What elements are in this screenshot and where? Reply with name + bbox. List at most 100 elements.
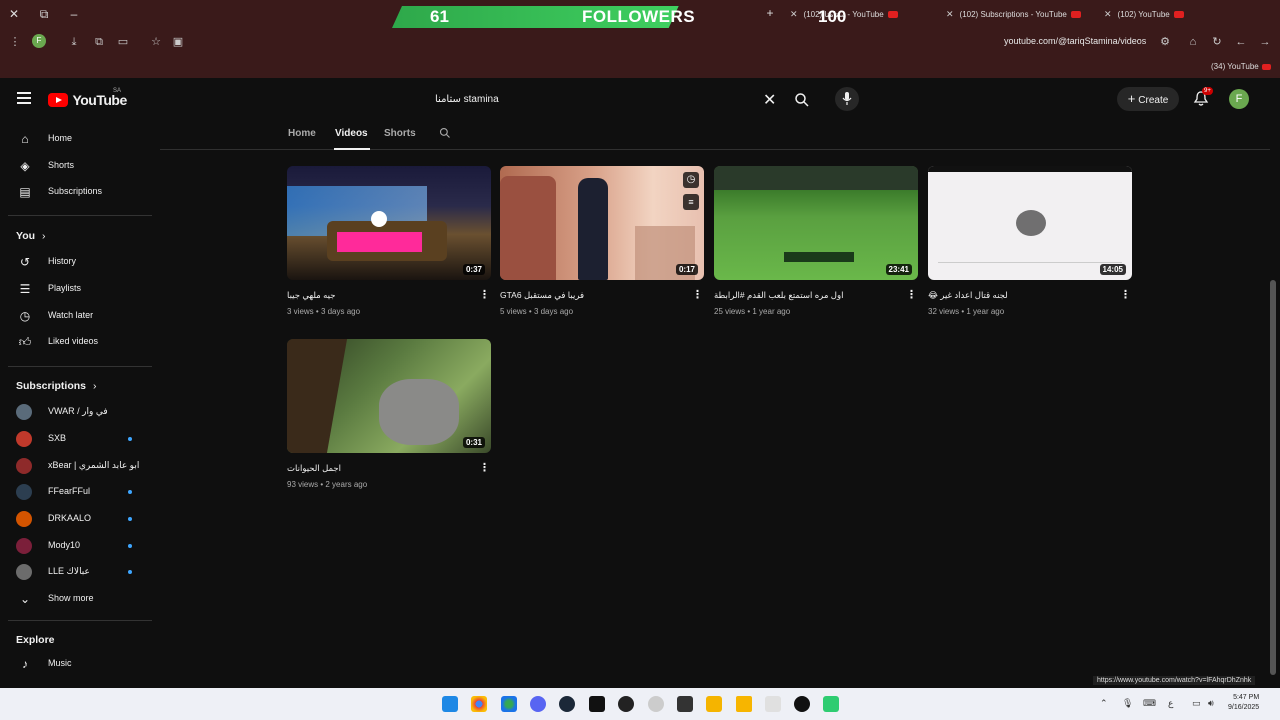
sidebar-you-heading[interactable]: You › bbox=[16, 230, 45, 242]
sidebar-item-music[interactable]: ♪ Music bbox=[0, 651, 152, 677]
app-icon[interactable] bbox=[736, 696, 752, 712]
video-thumbnail[interactable]: 14:05 bbox=[928, 166, 1132, 280]
network-icon[interactable]: ▭ bbox=[1192, 698, 1201, 709]
address-url[interactable]: youtube.com/@tariqStamina/videos bbox=[1004, 36, 1146, 46]
profile-avatar[interactable]: F bbox=[32, 34, 46, 48]
more-options-icon[interactable]: ⋮ bbox=[906, 288, 917, 301]
taskbar-clock[interactable]: 5:47 PM 9/16/2025 bbox=[1228, 693, 1259, 713]
user-avatar[interactable]: F bbox=[1229, 89, 1249, 109]
sidebar-item-liked-videos[interactable]: 👍︎ Liked videos bbox=[0, 329, 152, 355]
reload-icon[interactable]: ↻ bbox=[1210, 35, 1224, 49]
back-icon[interactable]: ← bbox=[1234, 35, 1248, 49]
video-views: 93 views bbox=[287, 480, 319, 489]
app-icon[interactable] bbox=[765, 696, 781, 712]
video-title[interactable]: GTA6 فريبا في مستقبل bbox=[500, 290, 690, 301]
tab-close-icon[interactable]: ✕ bbox=[1104, 9, 1112, 19]
forward-icon[interactable]: → bbox=[1258, 35, 1272, 49]
sidebar-item-subscriptions[interactable]: ▤ Subscriptions bbox=[0, 179, 152, 205]
app-icon[interactable] bbox=[823, 696, 839, 712]
tray-chevron-up-icon[interactable]: ⌃ bbox=[1100, 698, 1108, 709]
close-window-icon[interactable]: ✕ bbox=[6, 6, 22, 22]
steam-icon[interactable] bbox=[559, 696, 575, 712]
browser-tab[interactable]: ✕ (102) YouTube bbox=[1104, 5, 1254, 23]
video-thumbnail[interactable]: 23:41 bbox=[714, 166, 918, 280]
minimize-window-icon[interactable]: – bbox=[66, 6, 82, 22]
menu-dots-icon[interactable]: ⋮ bbox=[8, 35, 22, 49]
sidebar-item-home[interactable]: ⌂ Home bbox=[0, 126, 152, 152]
sidebar-subscription-item[interactable]: Mody10 bbox=[0, 533, 152, 559]
video-title[interactable]: 😂 لجنه قتال اعداد غير bbox=[928, 290, 1118, 301]
hamburger-menu-icon[interactable] bbox=[17, 92, 31, 104]
channel-search-button[interactable] bbox=[439, 127, 451, 142]
epic-games-icon[interactable] bbox=[589, 696, 605, 712]
sidebar-item-watch-later[interactable]: ◷ Watch later bbox=[0, 303, 152, 329]
more-options-icon[interactable]: ⋮ bbox=[692, 288, 703, 301]
voice-search-button[interactable] bbox=[835, 87, 859, 111]
sidebar-item-shorts[interactable]: ◈ Shorts bbox=[0, 153, 152, 179]
you-heading-label: You bbox=[16, 230, 36, 242]
video-card[interactable]: 0:37 جيه ملهي جيبا 3 views • 3 days ago … bbox=[287, 166, 491, 326]
youtube-logo[interactable]: YouTube SA bbox=[48, 88, 127, 108]
chrome-icon[interactable] bbox=[471, 696, 487, 712]
translate-icon[interactable]: ⧉ bbox=[92, 35, 106, 49]
video-thumbnail[interactable]: ◷ ≡ 0:17 bbox=[500, 166, 704, 280]
video-title[interactable]: جيه ملهي جيبا bbox=[287, 290, 477, 301]
recording-app-icon[interactable] bbox=[618, 696, 634, 712]
tab-videos[interactable]: Videos bbox=[335, 128, 368, 139]
notifications-button[interactable]: 9+ bbox=[1193, 87, 1213, 107]
sidebar-subscription-item[interactable]: LLE عبالاك bbox=[0, 559, 152, 585]
page-scrollbar[interactable] bbox=[1270, 280, 1276, 675]
file-explorer-icon[interactable] bbox=[706, 696, 722, 712]
add-to-queue-icon[interactable]: ≡ bbox=[683, 194, 699, 210]
sidebar-subscription-item[interactable]: SXB bbox=[0, 426, 152, 452]
clear-search-icon[interactable]: ✕ bbox=[763, 90, 776, 110]
more-options-icon[interactable]: ⋮ bbox=[479, 461, 490, 474]
browser-tab[interactable]: ✕ (102) Subscriptions - YouTube bbox=[946, 5, 1091, 23]
video-card[interactable]: 0:31 اجمل الحيوانات 93 views • 2 years a… bbox=[287, 339, 491, 499]
browser-icon[interactable] bbox=[501, 696, 517, 712]
keyboard-icon[interactable]: ⌨ bbox=[1143, 698, 1156, 709]
install-app-icon[interactable]: ▭ bbox=[116, 35, 130, 49]
sidebar-divider bbox=[8, 620, 152, 621]
video-card[interactable]: 23:41 اول مره استمتع بلعب القدم #الرابطة… bbox=[714, 166, 918, 326]
sidebar-subscriptions-heading[interactable]: Subscriptions › bbox=[16, 380, 96, 392]
sidebar-subscription-item[interactable]: xBear | ابو عابد الشمري bbox=[0, 453, 152, 479]
bookmark-star-icon[interactable]: ☆ bbox=[149, 35, 163, 49]
video-title[interactable]: اجمل الحيوانات bbox=[287, 463, 477, 474]
microphone-icon[interactable]: 🎙︎ bbox=[1122, 698, 1133, 709]
sidebar-show-more[interactable]: ⌄ Show more bbox=[0, 586, 152, 612]
more-options-icon[interactable]: ⋮ bbox=[1120, 288, 1131, 301]
liked-icon: 👍︎ bbox=[18, 335, 32, 349]
obs-icon[interactable] bbox=[794, 696, 810, 712]
language-icon[interactable]: ع bbox=[1168, 698, 1173, 709]
tab-shorts[interactable]: Shorts bbox=[384, 128, 416, 139]
watch-later-icon[interactable]: ◷ bbox=[683, 172, 699, 188]
sidebar-subscription-item[interactable]: FFearFFul bbox=[0, 479, 152, 505]
search-button[interactable] bbox=[790, 88, 814, 112]
restore-window-icon[interactable]: ⧉ bbox=[36, 6, 52, 22]
app-icon[interactable] bbox=[677, 696, 693, 712]
video-thumbnail[interactable]: 0:37 bbox=[287, 166, 491, 280]
sidebar-subscription-item[interactable]: DRKAALO bbox=[0, 506, 152, 532]
sidebar-item-playlists[interactable]: ☰ Playlists bbox=[0, 276, 152, 302]
more-options-icon[interactable]: ⋮ bbox=[479, 288, 490, 301]
settings-gear-icon[interactable] bbox=[648, 696, 664, 712]
volume-icon[interactable]: 🔊︎ bbox=[1208, 698, 1214, 709]
download-icon[interactable]: ⤓ bbox=[67, 35, 81, 49]
sidebar-item-history[interactable]: ↺ History bbox=[0, 249, 152, 275]
tab-home[interactable]: Home bbox=[288, 128, 316, 139]
video-title[interactable]: اول مره استمتع بلعب القدم #الرابطة bbox=[714, 290, 904, 301]
video-card[interactable]: 14:05 😂 لجنه قتال اعداد غير 32 views • 1… bbox=[928, 166, 1132, 326]
screenshot-icon[interactable]: ▣ bbox=[171, 35, 185, 49]
home-icon[interactable]: ⌂ bbox=[1186, 35, 1200, 49]
discord-icon[interactable] bbox=[530, 696, 546, 712]
windows-start-icon[interactable] bbox=[442, 696, 458, 712]
create-button[interactable]: + Create bbox=[1117, 87, 1179, 111]
sidebar-subscription-item[interactable]: VWAR / في وار bbox=[0, 399, 152, 425]
tab-close-icon[interactable]: ✕ bbox=[946, 9, 954, 19]
search-input[interactable]: ستامنا stamina ✕ bbox=[425, 88, 788, 112]
bookmark-youtube[interactable]: (34) YouTube bbox=[1211, 62, 1271, 71]
video-card[interactable]: ◷ ≡ 0:17 GTA6 فريبا في مستقبل 5 views • … bbox=[500, 166, 704, 326]
site-settings-icon[interactable]: ⚙ bbox=[1158, 35, 1172, 49]
video-thumbnail[interactable]: 0:31 bbox=[287, 339, 491, 453]
